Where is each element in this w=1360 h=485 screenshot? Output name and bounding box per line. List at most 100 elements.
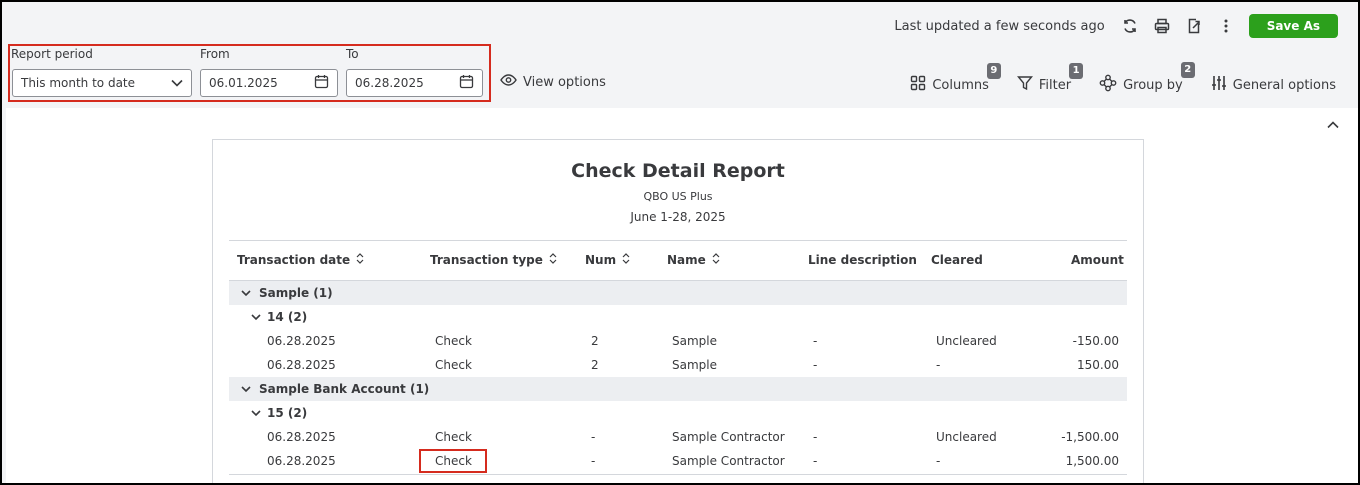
col-transaction-date[interactable]: Transaction date (237, 253, 364, 267)
report-period-select[interactable]: This month to date (12, 69, 192, 97)
report-date-range: June 1-28, 2025 (630, 210, 726, 224)
filter-icon (1016, 75, 1033, 95)
col-amount-label: Amount (1071, 253, 1124, 267)
last-updated-text: Last updated a few seconds ago (894, 18, 1105, 34)
cell-name: Sample Contractor (672, 454, 785, 468)
calendar-icon[interactable] (459, 74, 474, 92)
cell-cleared: Uncleared (936, 334, 997, 348)
cell-amount: -1,500.00 (1061, 430, 1119, 444)
app-frame: Last updated a few seconds ago Save As R… (0, 0, 1360, 485)
cell-cleared: - (936, 358, 941, 372)
cell-amount: 1,500.00 (1065, 454, 1119, 468)
view-options-label: View options (523, 74, 606, 90)
from-date-value: 06.01.2025 (209, 76, 278, 90)
cell-type[interactable]: Check (435, 334, 472, 348)
subgroup-label: 14 (2) (267, 310, 308, 324)
sort-icon (622, 253, 630, 267)
cell-date: 06.28.2025 (267, 454, 336, 468)
columns-label: Columns (932, 77, 989, 93)
subgroup-row[interactable]: 14 (2) (251, 310, 307, 324)
refresh-icon[interactable] (1121, 17, 1139, 35)
col-amount[interactable]: Amount (1071, 253, 1124, 267)
save-as-button[interactable]: Save As (1248, 14, 1338, 38)
chevron-down-icon[interactable] (251, 406, 261, 420)
cell-date: 06.28.2025 (267, 358, 336, 372)
sort-icon (712, 253, 720, 267)
from-date-input[interactable]: 06.01.2025 (200, 69, 338, 97)
subgroup-row[interactable]: 15 (2) (251, 406, 307, 420)
col-num[interactable]: Num (585, 253, 630, 267)
cell-type[interactable]: Check (435, 430, 472, 444)
chevron-down-icon[interactable] (251, 310, 261, 324)
cell-num: - (591, 430, 596, 444)
group-label: Sample Bank Account (1) (259, 382, 430, 396)
print-icon[interactable] (1153, 17, 1171, 35)
col-name[interactable]: Name (667, 253, 720, 267)
cell-amount: 150.00 (1077, 358, 1119, 372)
col-cleared-label: Cleared (931, 253, 983, 267)
col-cleared[interactable]: Cleared (931, 253, 983, 267)
cell-type[interactable]: Check (435, 358, 472, 372)
sort-icon (549, 253, 557, 267)
group-row[interactable]: Sample Bank Account (1) (229, 377, 1127, 401)
col-transaction-date-label: Transaction date (237, 253, 351, 267)
to-date-input[interactable]: 06.28.2025 (346, 69, 483, 97)
filter-button[interactable]: Filter 1 (1016, 63, 1084, 95)
group-by-icon (1099, 74, 1117, 96)
cell-description: - (813, 430, 818, 444)
group-by-button[interactable]: Group by 2 (1099, 62, 1195, 96)
cell-description: - (813, 334, 818, 348)
cell-num: - (591, 454, 596, 468)
filter-label: Filter (1038, 77, 1072, 93)
cell-cleared: Uncleared (936, 430, 997, 444)
to-label: To (346, 47, 359, 61)
more-options-icon[interactable] (1217, 17, 1235, 35)
transaction-type-highlight (419, 449, 487, 473)
general-options-button[interactable]: General options (1211, 67, 1336, 95)
cell-name: Sample (672, 358, 717, 372)
group-label: Sample (1) (259, 286, 333, 300)
chevron-up-icon (1327, 114, 1339, 133)
eye-icon (500, 74, 517, 90)
header-divider-top (229, 240, 1127, 241)
from-label: From (200, 47, 230, 61)
col-line-description[interactable]: Line description (808, 253, 917, 267)
to-date-value: 06.28.2025 (355, 76, 424, 90)
chevron-down-icon (171, 76, 183, 90)
cell-num: 2 (591, 358, 599, 372)
col-transaction-type-label: Transaction type (430, 253, 543, 267)
cell-num: 2 (591, 334, 599, 348)
check-detail-report: Check Detail Report QBO US Plus June 1-2… (212, 139, 1144, 483)
group-row[interactable]: Sample (1) (229, 281, 1127, 305)
cell-description: - (813, 454, 818, 468)
report-period-label: Report period (11, 47, 93, 61)
view-options-button[interactable]: View options (500, 74, 606, 90)
cell-cleared: - (936, 454, 941, 468)
cell-description: - (813, 358, 818, 372)
columns-icon (910, 75, 926, 95)
columns-button[interactable]: Columns 9 (910, 63, 1001, 95)
export-icon[interactable] (1185, 17, 1203, 35)
calendar-icon[interactable] (314, 74, 329, 92)
general-options-label: General options (1232, 77, 1336, 93)
cell-date: 06.28.2025 (267, 430, 336, 444)
col-name-label: Name (667, 253, 706, 267)
group-by-label: Group by (1123, 77, 1183, 93)
collapse-toolbar-button[interactable] (1322, 114, 1344, 132)
report-title: Check Detail Report (571, 160, 785, 182)
col-line-description-label: Line description (808, 253, 917, 267)
cell-name: Sample (672, 334, 717, 348)
report-period-value: This month to date (21, 76, 136, 90)
sliders-icon (1211, 75, 1227, 95)
subgroup-label: 15 (2) (267, 406, 308, 420)
cell-date: 06.28.2025 (267, 334, 336, 348)
sort-icon (356, 253, 364, 267)
report-tools: Columns 9 Filter 1 Group by 2 General op… (910, 62, 1336, 96)
filter-count-badge: 1 (1069, 63, 1084, 79)
report-bottom-divider (229, 474, 1127, 475)
col-transaction-type[interactable]: Transaction type (430, 253, 557, 267)
cell-name: Sample Contractor (672, 430, 785, 444)
chevron-down-icon[interactable] (241, 382, 251, 396)
company-name: QBO US Plus (643, 190, 713, 203)
chevron-down-icon[interactable] (241, 286, 251, 300)
